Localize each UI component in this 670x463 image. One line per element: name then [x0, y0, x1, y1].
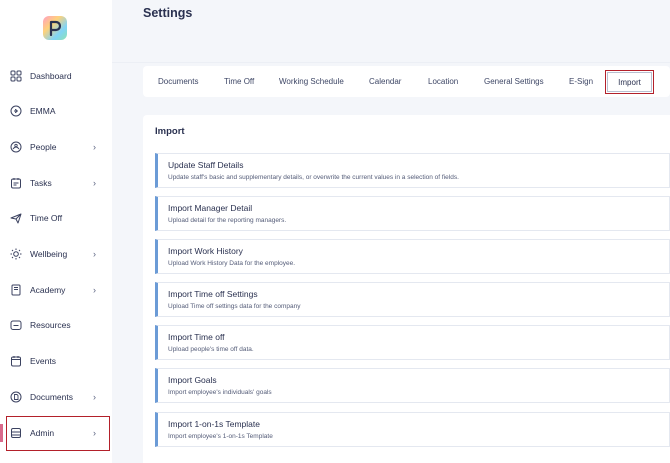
chevron-right-icon: › — [93, 249, 96, 259]
logo-p-icon — [49, 20, 61, 36]
sidebar-item-label: Events — [30, 356, 56, 366]
card-description: Import employee's individuals' goals — [168, 389, 272, 396]
tab-time-off[interactable]: Time Off — [224, 66, 254, 97]
card-title: Import Work History — [168, 246, 243, 256]
sidebar-item-label: EMMA — [30, 106, 56, 116]
card-description: Upload Time off settings data for the co… — [168, 303, 301, 310]
import-card-time-off-settings[interactable]: Import Time off Settings Upload Time off… — [155, 282, 670, 317]
sun-icon — [10, 248, 22, 260]
plane-icon — [10, 213, 22, 224]
highlight-box-import — [605, 70, 654, 94]
page-title: Settings — [143, 6, 193, 20]
sidebar-item-label: Wellbeing — [30, 249, 68, 259]
import-card-one-on-ones-template[interactable]: Import 1-on-1s Template Import employee'… — [155, 412, 670, 447]
sidebar-item-documents[interactable]: Documents › — [0, 379, 112, 415]
sidebar-item-label: Resources — [30, 320, 71, 330]
tasks-icon — [11, 178, 21, 189]
sidebar-item-dashboard[interactable]: Dashboard — [0, 58, 112, 94]
section-title: Import — [155, 126, 185, 137]
sidebar-item-label: Documents — [30, 392, 73, 402]
card-title: Import Manager Detail — [168, 203, 253, 213]
card-description: Update staff's basic and supplementary d… — [168, 174, 459, 181]
card-title: Import Time off Settings — [168, 289, 258, 299]
sidebar-item-tasks[interactable]: Tasks › — [0, 165, 112, 201]
card-title: Import Time off — [168, 332, 225, 342]
settings-tabs: Documents Time Off Working Schedule Cale… — [143, 66, 670, 97]
tab-general-settings[interactable]: General Settings — [484, 66, 544, 97]
tab-documents[interactable]: Documents — [158, 66, 198, 97]
tab-location[interactable]: Location — [428, 66, 458, 97]
card-description: Upload people's time off data. — [168, 346, 254, 353]
sidebar-item-resources[interactable]: Resources — [0, 307, 112, 343]
chevron-right-icon: › — [93, 285, 96, 295]
sidebar-item-time-off[interactable]: Time Off — [0, 200, 112, 236]
import-card-work-history[interactable]: Import Work History Upload Work History … — [155, 239, 670, 274]
tab-working-schedule[interactable]: Working Schedule — [279, 66, 344, 97]
chevron-right-icon: › — [93, 142, 96, 152]
sidebar: Dashboard EMMA People › Tasks › Time Off — [0, 0, 112, 463]
sidebar-item-wellbeing[interactable]: Wellbeing › — [0, 236, 112, 272]
dashboard-icon — [10, 70, 22, 82]
card-description: Import employee's 1-on-1s Template — [168, 433, 273, 440]
chevron-right-icon: › — [93, 178, 96, 188]
sidebar-item-label: Tasks — [30, 178, 52, 188]
card-title: Import 1-on-1s Template — [168, 419, 260, 429]
sidebar-item-people[interactable]: People › — [0, 129, 112, 165]
people-icon — [10, 141, 22, 153]
sidebar-item-label: Academy — [30, 285, 66, 295]
sidebar-item-label: People — [30, 142, 57, 152]
document-icon — [10, 391, 22, 403]
card-title: Import Goals — [168, 375, 217, 385]
emma-icon — [10, 105, 22, 117]
import-card-manager-detail[interactable]: Import Manager Detail Upload detail for … — [155, 196, 670, 231]
chevron-right-icon: › — [93, 392, 96, 402]
app-logo[interactable] — [43, 16, 67, 40]
sidebar-item-label: Time Off — [30, 213, 63, 223]
active-indicator — [0, 424, 3, 442]
import-card-update-staff-details[interactable]: Update Staff Details Update staff's basi… — [155, 153, 670, 188]
import-card-time-off[interactable]: Import Time off Upload people's time off… — [155, 325, 670, 360]
card-title: Update Staff Details — [168, 160, 244, 170]
tab-calendar[interactable]: Calendar — [369, 66, 401, 97]
highlight-box-admin — [6, 416, 110, 451]
card-description: Upload detail for the reporting managers… — [168, 217, 287, 224]
tab-e-sign[interactable]: E-Sign — [569, 66, 593, 97]
book-icon — [11, 284, 21, 296]
sidebar-item-emma[interactable]: EMMA — [0, 93, 112, 129]
folder-icon — [10, 320, 22, 330]
sidebar-item-events[interactable]: Events — [0, 343, 112, 379]
sidebar-item-academy[interactable]: Academy › — [0, 272, 112, 308]
header-divider — [112, 62, 670, 63]
calendar-icon — [11, 356, 21, 367]
import-card-goals[interactable]: Import Goals Import employee's individua… — [155, 368, 670, 403]
sidebar-item-label: Dashboard — [30, 71, 72, 81]
card-description: Upload Work History Data for the employe… — [168, 260, 296, 267]
